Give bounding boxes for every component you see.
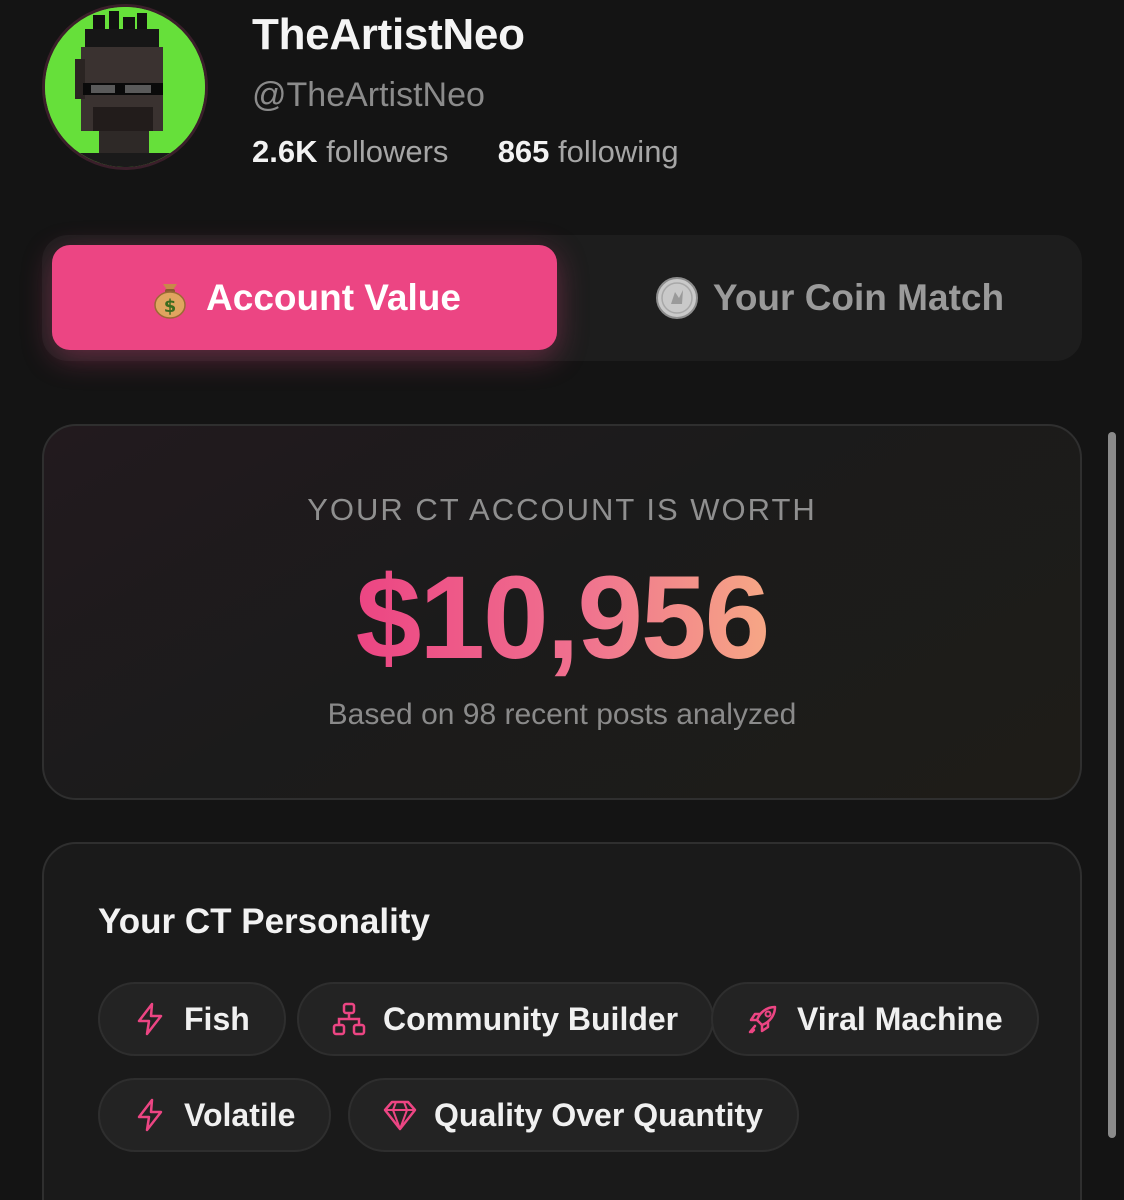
coin-icon — [655, 276, 699, 320]
account-value-amount-text: $10,956 — [355, 552, 771, 684]
trait-chip-community-builder[interactable]: Community Builder — [297, 982, 715, 1056]
following-label: following — [558, 134, 679, 169]
trait-label: Viral Machine — [797, 1000, 1003, 1037]
avatar[interactable] — [42, 4, 208, 170]
money-bag-icon: $ — [148, 276, 192, 320]
tab-coin-match[interactable]: Your Coin Match — [587, 245, 1072, 350]
followers-count: 2.6K — [252, 134, 318, 169]
account-value-amount: $10,956 — [44, 548, 1080, 688]
tab-coin-match-label: Your Coin Match — [712, 276, 1005, 318]
profile-name: TheArtistNeo — [252, 10, 525, 59]
page: TheArtistNeo @TheArtistNeo 2.6K follower… — [0, 0, 1124, 1200]
tab-account-value[interactable]: $ Account Value — [52, 245, 557, 350]
personality-title: Your CT Personality — [98, 902, 430, 941]
trait-chip-quality-over-quantity[interactable]: Quality Over Quantity — [348, 1078, 799, 1152]
tab-account-value-label: Account Value — [206, 276, 461, 318]
rocket-icon — [745, 1001, 781, 1037]
trait-label: Fish — [184, 1000, 250, 1037]
trait-label: Community Builder — [383, 1000, 679, 1037]
lightning-icon — [132, 1001, 168, 1037]
diamond-icon — [382, 1097, 418, 1133]
network-icon — [331, 1001, 367, 1037]
svg-text:$: $ — [164, 296, 177, 317]
personality-card: Your CT Personality Fish Community Build… — [42, 842, 1082, 1200]
trait-chip-volatile[interactable]: Volatile — [98, 1078, 332, 1152]
followers-label: followers — [326, 134, 449, 169]
worth-label: YOUR CT ACCOUNT IS WORTH — [307, 492, 817, 527]
following-count: 865 — [497, 134, 550, 169]
worth-subtitle: Based on 98 recent posts analyzed — [327, 698, 797, 731]
tab-bar: $ Account Value Your Coin Match — [42, 235, 1082, 361]
trait-label: Quality Over Quantity — [434, 1096, 763, 1133]
trait-label: Volatile — [184, 1096, 296, 1133]
profile-stats: 2.6K followers 865 following — [252, 134, 679, 170]
trait-chip-viral-machine[interactable]: Viral Machine — [711, 982, 1039, 1056]
scrollbar[interactable] — [1108, 432, 1116, 1138]
pixel-art-avatar-icon — [45, 7, 205, 167]
account-value-card: YOUR CT ACCOUNT IS WORTH $10,956 Based o… — [42, 424, 1082, 800]
trait-chip-fish[interactable]: Fish — [98, 982, 286, 1056]
lightning-icon — [132, 1097, 168, 1133]
profile-handle: @TheArtistNeo — [252, 76, 485, 114]
